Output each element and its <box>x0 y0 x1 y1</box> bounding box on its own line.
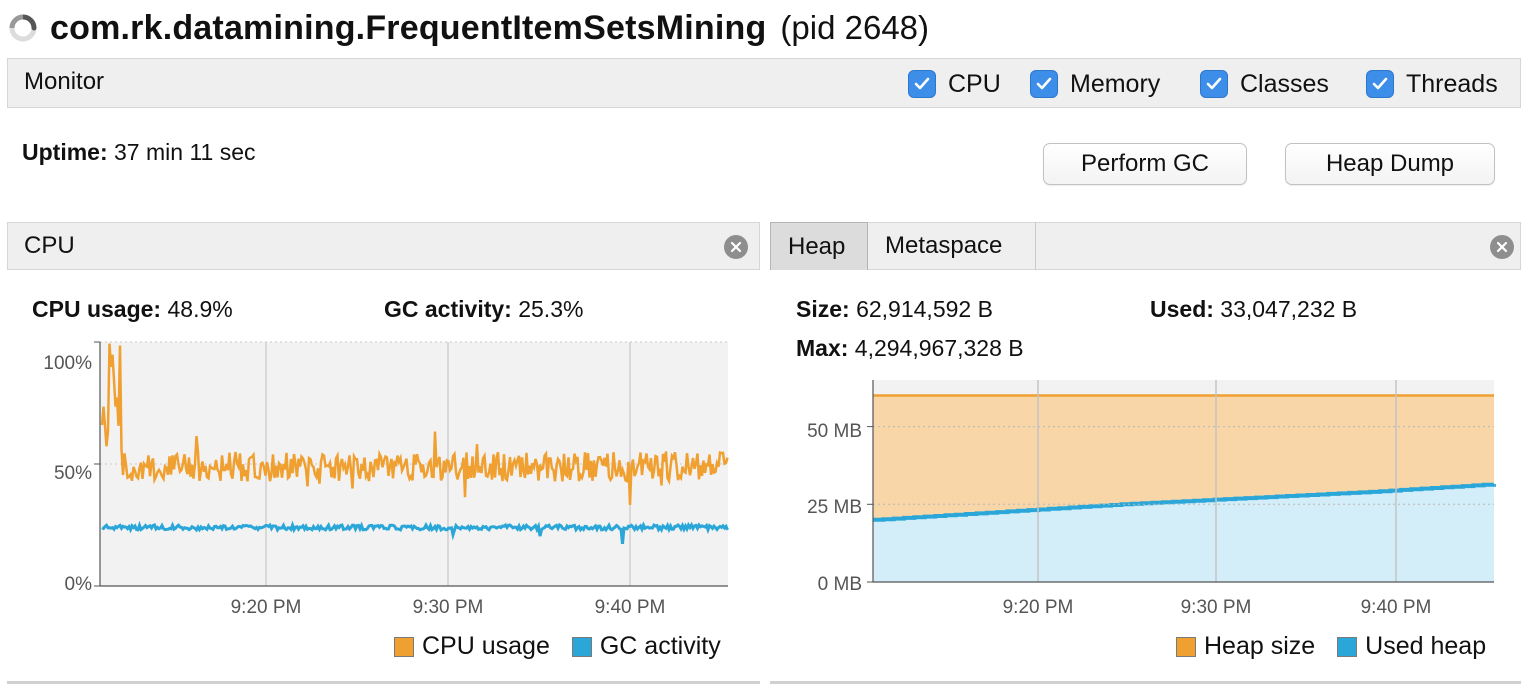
heap-series <box>873 394 1496 582</box>
memory-checkbox[interactable]: Memory <box>1030 67 1160 101</box>
cpu-chart: 100% 50% 0% 9:20 PM 9:30 PM 9:40 PM <box>43 341 729 618</box>
tab-metaspace[interactable]: Metaspace <box>868 222 1036 270</box>
classes-checkbox[interactable]: Classes <box>1200 67 1329 101</box>
cpu-checkbox[interactable]: CPU <box>908 67 1001 101</box>
heap-size-label: Size: <box>796 296 850 322</box>
checkbox-checked-icon[interactable] <box>1366 70 1394 98</box>
process-id: (pid 2648) <box>780 9 930 46</box>
cpu-panel-title: CPU <box>24 232 75 259</box>
legend-label: CPU usage <box>422 632 550 660</box>
checkbox-checked-icon[interactable] <box>1030 70 1058 98</box>
legend-label: Used heap <box>1365 632 1487 660</box>
legend-label: GC activity <box>599 632 721 660</box>
heap-used-value: 33,047,232 B <box>1220 296 1358 322</box>
legend-swatch-cpu <box>394 636 414 657</box>
loading-spinner-icon <box>9 14 37 42</box>
heap-legend: Heap size Used heap <box>1176 632 1486 661</box>
legend-swatch-heap-size <box>1176 636 1196 657</box>
checkbox-label: Threads <box>1406 69 1498 98</box>
heap-dump-button[interactable]: Heap Dump <box>1285 143 1495 185</box>
tab-metaspace-label: Metaspace <box>885 232 1003 259</box>
heap-x-tick: 9:30 PM <box>1181 597 1252 618</box>
cpu-legend: CPU usage GC activity <box>394 632 721 661</box>
close-icon[interactable] <box>724 235 748 259</box>
heap-used-label: Used: <box>1150 296 1214 322</box>
heap-max-stat: Max: 4,294,967,328 B <box>796 335 1024 362</box>
gc-activity-value: 25.3% <box>518 296 584 322</box>
cpu-x-tick: 9:20 PM <box>231 597 302 618</box>
heap-size-value: 62,914,592 B <box>856 296 993 322</box>
legend-swatch-gc <box>571 636 592 657</box>
cpu-x-tick: 9:40 PM <box>595 597 666 618</box>
checkbox-checked-icon[interactable] <box>908 70 936 98</box>
close-icon[interactable] <box>1490 235 1514 259</box>
gc-activity-stat: GC activity: 25.3% <box>384 296 583 323</box>
checkbox-label: CPU <box>948 69 1001 98</box>
gc-activity-label: GC activity: <box>384 296 512 322</box>
cpu-panel-header <box>7 222 760 270</box>
cpu-usage-stat: CPU usage: 48.9% <box>32 296 233 323</box>
threads-checkbox[interactable]: Threads <box>1366 67 1498 101</box>
legend-label: Heap size <box>1204 632 1316 660</box>
cpu-y-tick: 100% <box>43 353 92 374</box>
cpu-x-tick: 9:30 PM <box>413 597 484 618</box>
tab-heap-label: Heap <box>788 233 846 260</box>
heap-x-tick: 9:40 PM <box>1361 597 1432 618</box>
app-name: com.rk.datamining.FrequentItemSetsMining <box>50 8 767 47</box>
heap-y-tick: 50 MB <box>807 421 862 442</box>
heap-max-label: Max: <box>796 335 849 361</box>
perform-gc-button[interactable]: Perform GC <box>1043 143 1247 185</box>
cpu-y-tick: 0% <box>65 574 93 595</box>
cpu-usage-label: CPU usage: <box>32 296 162 322</box>
window-title-row: com.rk.datamining.FrequentItemSetsMining… <box>8 6 929 50</box>
heap-size-stat: Size: 62,914,592 B <box>796 296 993 323</box>
monitor-label: Monitor <box>24 68 105 95</box>
heap-y-tick: 25 MB <box>807 497 862 518</box>
cpu-usage-value: 48.9% <box>167 296 233 322</box>
cpu-y-tick: 50% <box>54 463 92 484</box>
legend-swatch-used-heap <box>1337 636 1358 657</box>
checkbox-label: Memory <box>1070 69 1161 98</box>
uptime-value: 37 min 11 sec <box>114 139 256 165</box>
tab-heap[interactable]: Heap <box>770 222 868 270</box>
heap-used-stat: Used: 33,047,232 B <box>1150 296 1357 323</box>
checkbox-label: Classes <box>1240 69 1329 98</box>
uptime: Uptime: 37 min 11 sec <box>22 139 256 166</box>
heap-max-value: 4,294,967,328 B <box>854 335 1024 361</box>
heap-chart: 50 MB 25 MB 0 MB 9:20 PM 9:30 PM 9:40 PM <box>807 380 1496 618</box>
uptime-label: Uptime: <box>22 139 108 165</box>
checkbox-checked-icon[interactable] <box>1200 70 1228 98</box>
heap-y-tick: 0 MB <box>818 574 862 595</box>
heap-x-tick: 9:20 PM <box>1003 597 1074 618</box>
